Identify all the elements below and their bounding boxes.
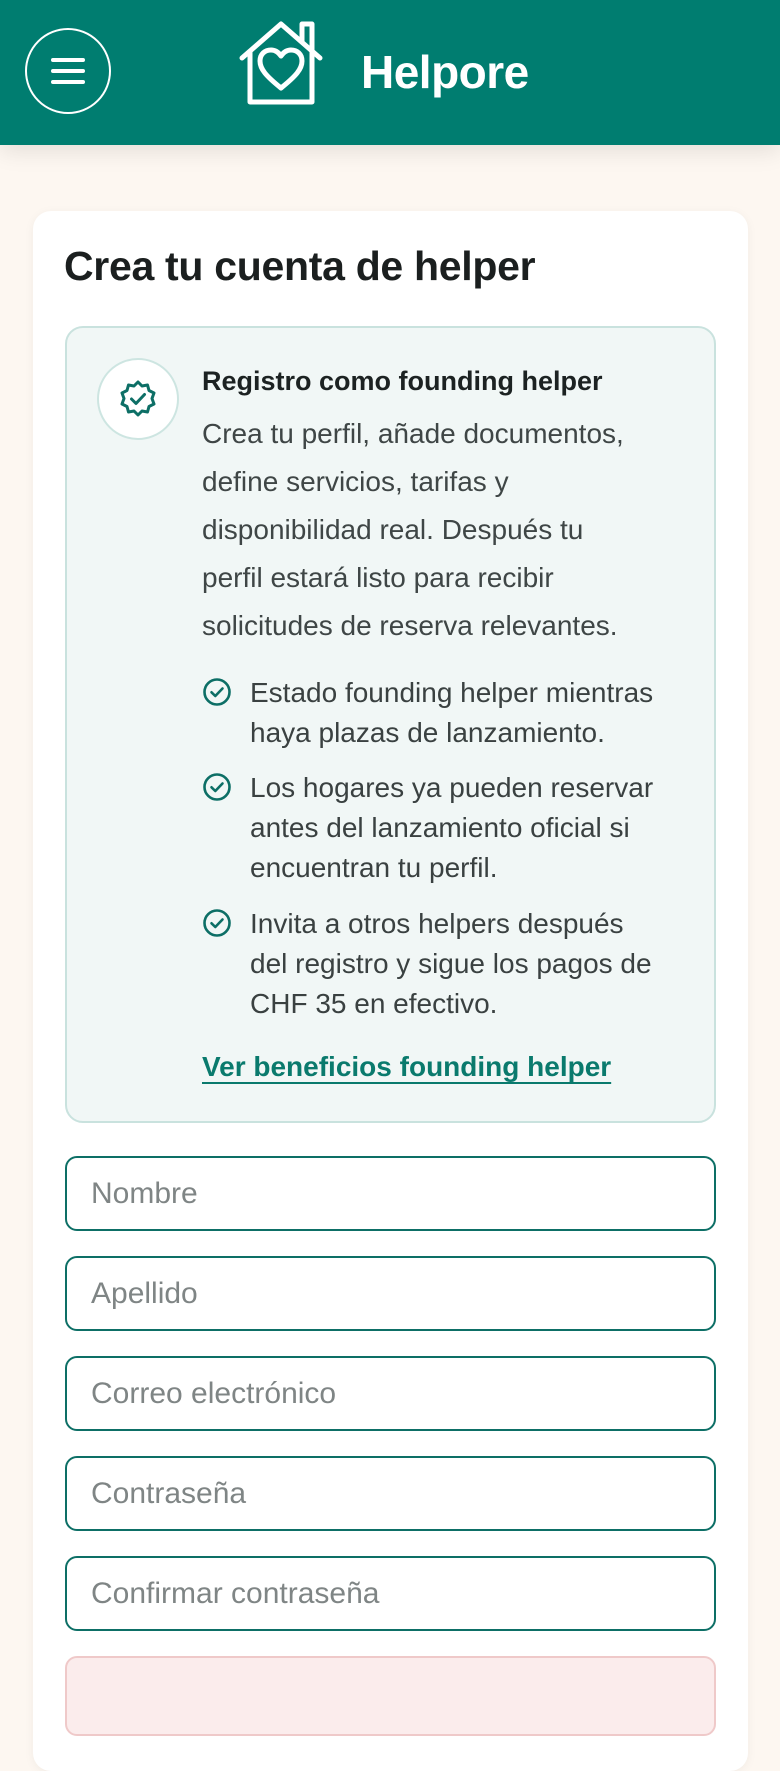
house-heart-icon bbox=[239, 21, 323, 105]
info-description-line: solicitudes de reserva relevantes. bbox=[202, 610, 618, 641]
check-circle-icon bbox=[203, 909, 231, 937]
password-field[interactable] bbox=[65, 1456, 716, 1531]
benefit-text: Los hogares ya pueden reservar antes del… bbox=[250, 768, 690, 888]
benefit-line: CHF 35 en efectivo. bbox=[250, 988, 498, 1019]
benefit-line: del registro y sigue los pagos de bbox=[250, 948, 652, 979]
email-field[interactable] bbox=[65, 1356, 716, 1431]
app-header: Helpore bbox=[0, 0, 780, 145]
confirm-password-field[interactable] bbox=[65, 1556, 716, 1631]
benefit-line: antes del lanzamiento oficial si bbox=[250, 812, 630, 843]
hamburger-menu-icon bbox=[51, 58, 85, 84]
info-description-line: perfil estará listo para recibir bbox=[202, 562, 554, 593]
info-description: Crea tu perfil, añade documentos, define… bbox=[202, 410, 682, 650]
benefit-line: Estado founding helper mientras bbox=[250, 677, 654, 708]
benefit-text: Invita a otros helpers después del regis… bbox=[250, 904, 690, 1024]
last-name-field[interactable] bbox=[65, 1256, 716, 1331]
info-heading: Registro como founding helper bbox=[202, 366, 603, 396]
info-description-line: Crea tu perfil, añade documentos, bbox=[202, 418, 624, 449]
brand-name[interactable]: Helpore bbox=[361, 44, 529, 100]
verified-badge bbox=[97, 358, 179, 440]
benefit-line: haya plazas de lanzamiento. bbox=[250, 717, 605, 748]
benefit-line: Invita a otros helpers después bbox=[250, 908, 624, 939]
info-description-line: define servicios, tarifas y bbox=[202, 466, 509, 497]
error-alert bbox=[65, 1656, 716, 1736]
verified-badge-icon bbox=[120, 380, 156, 417]
menu-button[interactable] bbox=[25, 28, 111, 114]
page-title: Crea tu cuenta de helper bbox=[64, 243, 536, 289]
benefit-line: encuentran tu perfil. bbox=[250, 852, 498, 883]
benefit-line: Los hogares ya pueden reservar bbox=[250, 772, 654, 803]
benefit-text: Estado founding helper mientras haya pla… bbox=[250, 673, 690, 753]
founding-benefits-link[interactable]: Ver beneficios founding helper bbox=[202, 1049, 611, 1085]
check-circle-icon bbox=[203, 773, 231, 801]
first-name-field[interactable] bbox=[65, 1156, 716, 1231]
check-circle-icon bbox=[203, 678, 231, 706]
info-description-line: disponibilidad real. Después tu bbox=[202, 514, 584, 545]
